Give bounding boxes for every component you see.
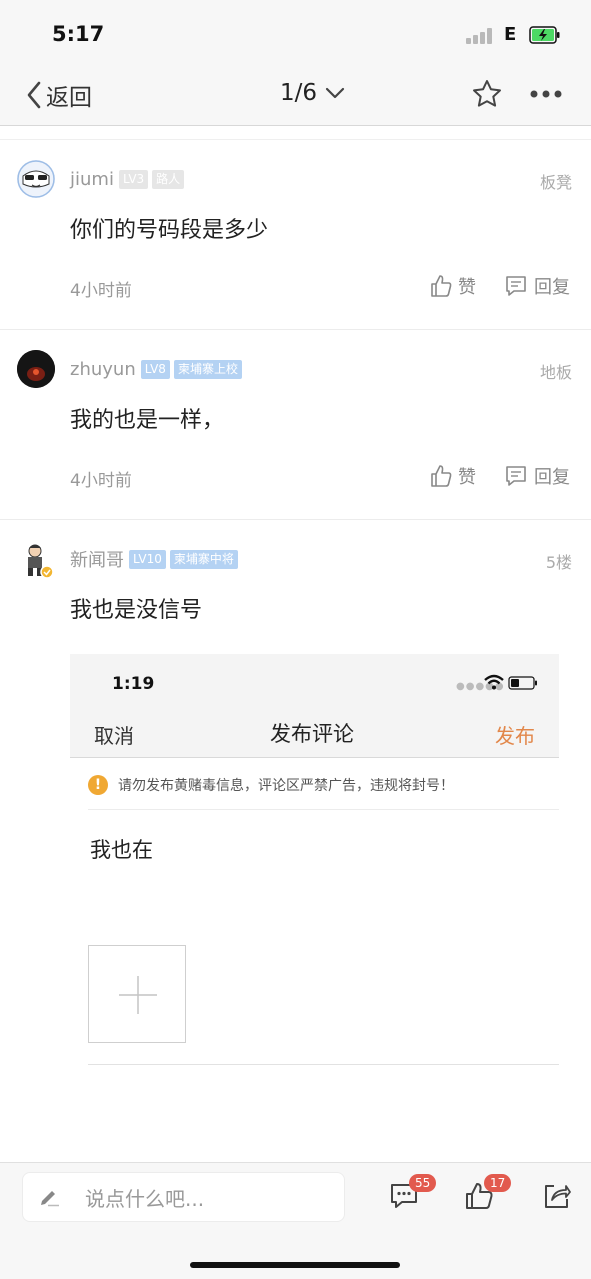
level-badge: LV8 [140, 359, 170, 379]
like-button[interactable]: 赞 [430, 273, 476, 299]
like-count-badge: 17 [484, 1174, 512, 1192]
comment-count-badge: 55 [409, 1174, 437, 1192]
cancel-button: 取消 [94, 724, 134, 748]
reply-label: 回复 [534, 467, 570, 488]
share-icon [545, 1185, 571, 1208]
avatar-cartoon-icon [28, 544, 54, 579]
page-indicator: 1/6 [280, 80, 318, 106]
username[interactable]: jiumi [70, 169, 114, 190]
reply-button[interactable]: 回复 [504, 273, 570, 299]
embedded-status-bar: 1:19 ●●●●● [70, 654, 559, 710]
title-badge: 路人 [152, 169, 185, 189]
comment-header: 新闻哥 LV10 柬埔寨中将 [70, 547, 242, 571]
reply-button[interactable]: 回复 [504, 463, 570, 489]
share-button[interactable] [542, 1181, 572, 1215]
status-time: 5:17 [52, 22, 105, 46]
status-bar: 5:17 E [0, 0, 591, 70]
like-label: 赞 [458, 277, 476, 298]
home-indicator[interactable] [190, 1262, 400, 1268]
network-type: E [504, 24, 517, 45]
warning-icon: ! [88, 774, 108, 795]
battery-icon [508, 676, 537, 690]
floor-label: 板凳 [539, 173, 572, 192]
warning-text: 请勿发布黄赌毒信息，评论区严禁广告，违规将封号！ [118, 777, 454, 794]
floor-label: 5楼 [545, 553, 572, 572]
like-button[interactable]: 赞 [430, 463, 476, 489]
comment-header: zhuyun LV8 柬埔寨上校 [70, 357, 246, 381]
comment-text: 你们的号码段是多少 [70, 218, 269, 243]
embedded-time: 1:19 [112, 674, 155, 694]
like-label: 赞 [458, 467, 476, 488]
back-button[interactable]: 返回 [26, 78, 92, 112]
comment-time: 4小时前 [70, 471, 132, 491]
chevron-down-icon [325, 87, 345, 99]
username[interactable]: 新闻哥 [70, 546, 124, 572]
thumbs-up-icon [431, 465, 452, 487]
title-badge: 柬埔寨上校 [173, 359, 242, 379]
comment-input-placeholder: 说点什么吧... [85, 1186, 205, 1211]
comment-item: zhuyun LV8 柬埔寨上校 地板 我的也是一样， 4小时前 赞 回复 [0, 331, 591, 520]
divider [0, 127, 591, 140]
back-label: 返回 [46, 85, 92, 111]
reply-label: 回复 [534, 277, 570, 298]
comment-text: 我也是没信号 [70, 598, 203, 623]
chevron-left-icon [27, 81, 41, 109]
embedded-title: 发布评论 [270, 722, 354, 746]
comment-bubble-icon [506, 276, 526, 296]
avatar[interactable] [17, 160, 55, 198]
comment-bubble-icon [506, 466, 526, 486]
level-badge: LV10 [129, 549, 166, 569]
comment-time: 4小时前 [70, 281, 132, 301]
favorite-star-icon[interactable] [471, 78, 503, 110]
level-badge: LV3 [118, 169, 149, 189]
comment-item: jiumi LV3 路人 板凳 你们的号码段是多少 4小时前 赞 回复 [0, 141, 591, 330]
comments-button[interactable]: 55 [389, 1174, 437, 1215]
embedded-input-text: 我也在 [90, 838, 153, 862]
embedded-nav-bar: 取消 发布评论 发布 [70, 710, 559, 758]
avatar-photo-icon [17, 350, 55, 388]
bottom-bar: 说点什么吧... 55 17 [0, 1162, 591, 1279]
avatar-cartoon-icon [17, 160, 55, 198]
page-selector[interactable]: 1/6 [280, 80, 345, 106]
thumbs-up-icon [431, 275, 452, 297]
comment-input[interactable]: 说点什么吧... [22, 1172, 345, 1222]
more-options-icon[interactable] [529, 84, 563, 104]
comment-text: 我的也是一样， [70, 408, 225, 433]
battery-icon [529, 26, 560, 44]
avatar[interactable] [17, 350, 55, 388]
username[interactable]: zhuyun [70, 359, 136, 380]
add-image-button [88, 945, 186, 1043]
wifi-icon [484, 674, 504, 690]
avatar[interactable] [17, 542, 55, 580]
title-badge: 柬埔寨中将 [169, 549, 238, 569]
comment-header: jiumi LV3 路人 [70, 167, 188, 191]
warning-notice: ! 请勿发布黄赌毒信息，评论区严禁广告，违规将封号！ [88, 760, 559, 810]
like-post-button[interactable]: 17 [464, 1174, 512, 1215]
pencil-icon [41, 1191, 59, 1207]
publish-button: 发布 [495, 724, 535, 748]
floor-label: 地板 [539, 363, 572, 382]
comment-image[interactable]: 1:19 ●●●●● 取消 发布评论 发布 ! 请勿发布黄赌毒信息，评论区严禁广… [70, 654, 559, 1066]
signal-icon [466, 28, 493, 44]
plus-icon [119, 976, 157, 1014]
nav-bar: 返回 1/6 [0, 70, 591, 126]
divider [88, 1064, 559, 1065]
